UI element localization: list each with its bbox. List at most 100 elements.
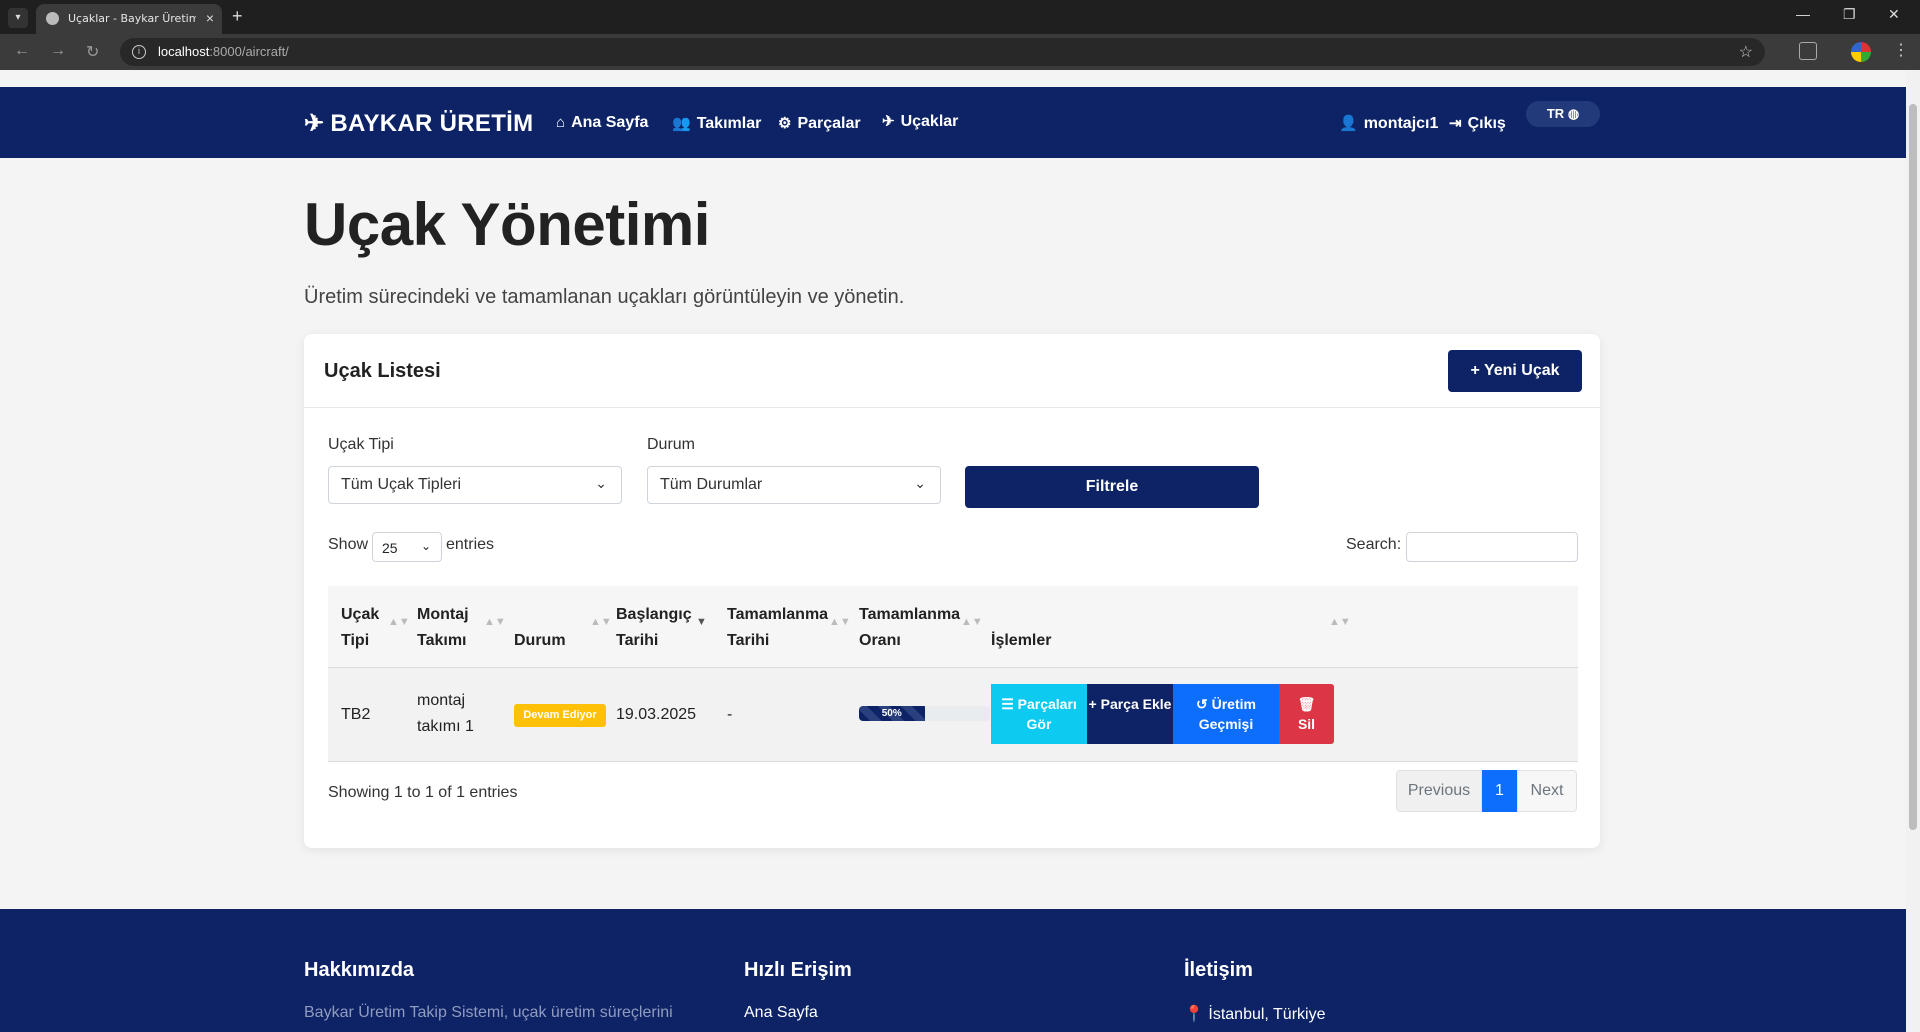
production-history-button[interactable]: ↺ Üretim Geçmişi <box>1173 684 1279 744</box>
footer-contact-title: İletişim <box>1184 959 1253 981</box>
footer-about-text: Baykar Üretim Takip Sistemi, uçak üretim… <box>304 1004 673 1021</box>
nav-user[interactable]: 👤 montajcı1 <box>1339 114 1438 133</box>
tab-title: Uçaklar - Baykar Üretim Takip Sistemi <box>68 12 196 25</box>
pagination-previous[interactable]: Previous <box>1396 770 1482 812</box>
pagination-page-1[interactable]: 1 <box>1482 770 1517 812</box>
user-icon: 👤 <box>1339 115 1358 132</box>
tab-close-icon[interactable]: × <box>206 10 214 26</box>
progress-bar: 50% <box>859 706 990 721</box>
site-navbar: ✈ BAYKAR ÜRETİM ⌂ Ana Sayfa 👥 Takımlar ⚙ Par… <box>0 87 1906 158</box>
sort-icon[interactable]: ▲▼ <box>590 616 612 628</box>
bookmark-star-icon[interactable]: ☆ <box>1739 42 1753 62</box>
browser-menu-icon[interactable]: ⋮ <box>1893 40 1909 60</box>
trash-icon: 🗑 <box>1297 696 1316 712</box>
type-filter-select[interactable]: Tüm Uçak Tipleri ⌄ <box>328 466 622 504</box>
table-row: TB2 montaj takımı 1 Devam Ediyor 19.03.2… <box>328 668 1578 762</box>
sort-icon[interactable]: ▲▼ <box>1329 616 1351 628</box>
show-label: Show <box>328 536 369 553</box>
plus-icon: + <box>1470 362 1480 379</box>
nav-link-aircraft[interactable]: ✈ Uçaklar <box>882 112 958 131</box>
nav-logout[interactable]: ⇥ Çıkış <box>1449 114 1506 133</box>
plus-icon: + <box>1088 696 1097 712</box>
tab-search-icon[interactable]: ▾ <box>8 8 28 28</box>
forward-icon[interactable]: → <box>50 42 66 60</box>
sort-icon[interactable]: ▲▼ <box>829 616 851 628</box>
reload-icon[interactable]: ↻ <box>86 42 99 62</box>
cell-team: montaj takımı 1 <box>417 692 474 735</box>
progress-fill: 50% <box>859 706 925 721</box>
filter-button[interactable]: Filtrele <box>965 466 1259 508</box>
browser-toolbar: ← → ↻ i localhost:8000/aircraft/ ☆ <box>0 34 1920 70</box>
chevron-down-icon: ⌄ <box>914 475 926 491</box>
globe-icon <box>46 12 59 25</box>
extensions-icon[interactable] <box>1799 42 1817 60</box>
status-filter-label: Durum <box>647 436 696 453</box>
footer-location: 📍 İstanbul, Türkiye <box>1184 1006 1326 1023</box>
nav-link-teams[interactable]: 👥 Takımlar <box>672 114 761 133</box>
page-title: Uçak Yönetimi <box>304 191 710 258</box>
entries-length-select[interactable]: 25 ⌄ <box>372 532 442 562</box>
status-filter-select[interactable]: Tüm Durumlar ⌄ <box>647 466 941 504</box>
card-header: Uçak Listesi + Yeni Uçak <box>304 334 1600 408</box>
sort-icon[interactable]: ▲▼ <box>961 616 983 628</box>
restore-icon[interactable]: ❐ <box>1843 6 1856 23</box>
url-text: localhost:8000/aircraft/ <box>158 44 289 59</box>
map-marker-icon: 📍 <box>1184 1006 1204 1023</box>
users-icon: 👥 <box>672 115 691 132</box>
list-icon: ☰ <box>1001 696 1014 712</box>
col-team[interactable]: Montaj Takımı <box>417 602 477 654</box>
entries-label: entries <box>446 536 495 553</box>
address-bar[interactable]: i localhost:8000/aircraft/ ☆ <box>120 38 1765 66</box>
cogs-icon: ⚙ <box>778 115 792 132</box>
close-window-icon[interactable]: ✕ <box>1888 6 1900 23</box>
footer: Hakkımızda Baykar Üretim Takip Sistemi, … <box>0 909 1906 1032</box>
browser-tab[interactable]: Uçaklar - Baykar Üretim Takip Sistemi × <box>36 4 222 34</box>
brand-logo[interactable]: ✈ BAYKAR ÜRETİM <box>304 109 533 138</box>
footer-about-title: Hakkımızda <box>304 959 415 981</box>
new-aircraft-button[interactable]: + Yeni Uçak <box>1448 350 1582 392</box>
col-type[interactable]: Uçak Tipi <box>341 602 381 654</box>
footer-quick-title: Hızlı Erişim <box>744 959 852 981</box>
footer-link-home[interactable]: Ana Sayfa <box>744 1004 818 1022</box>
page-subtitle: Üretim sürecindeki ve tamamlanan uçaklar… <box>304 286 905 308</box>
type-filter-label: Uçak Tipi <box>328 436 394 453</box>
cell-end-date: - <box>727 706 733 723</box>
cell-start-date: 19.03.2025 <box>616 706 697 723</box>
sort-icon[interactable]: ▲▼ <box>388 616 410 628</box>
minimize-icon[interactable]: — <box>1796 6 1810 22</box>
pagination-next[interactable]: Next <box>1517 770 1577 812</box>
nav-link-home[interactable]: ⌂ Ana Sayfa <box>556 114 648 132</box>
nav-link-parts[interactable]: ⚙ Parçalar <box>778 114 861 133</box>
card-title: Uçak Listesi <box>324 360 441 382</box>
globe-icon: ◍ <box>1567 106 1580 121</box>
aircraft-list-card: Uçak Listesi + Yeni Uçak Uçak Tipi Tüm U… <box>304 334 1600 848</box>
table-info: Showing 1 to 1 of 1 entries <box>328 784 518 801</box>
chevron-down-icon: ⌄ <box>595 475 607 491</box>
back-icon[interactable]: ← <box>14 42 30 60</box>
browser-tabstrip: ▾ Uçaklar - Baykar Üretim Takip Sistemi … <box>0 0 1920 34</box>
profile-avatar[interactable] <box>1851 42 1871 62</box>
history-icon: ↺ <box>1196 696 1208 712</box>
language-switcher[interactable]: TR ◍ <box>1526 101 1600 127</box>
col-end-date[interactable]: Tamamlanma Tarihi <box>727 602 828 654</box>
delete-button[interactable]: 🗑 Sil <box>1279 684 1334 744</box>
col-start-date[interactable]: Başlangıç Tarihi <box>616 602 692 654</box>
search-label: Search: <box>1346 536 1402 553</box>
col-progress[interactable]: Tamamlanma Oranı <box>859 602 960 654</box>
sort-icon[interactable]: ▲▼ <box>484 616 506 628</box>
status-badge: Devam Ediyor <box>514 704 606 727</box>
plane-departure-icon: ✈ <box>304 110 325 137</box>
col-actions[interactable]: İşlemler <box>991 628 1051 654</box>
table-header: Uçak Tipi ▲▼ Montaj Takımı ▲▼ Durum ▲▼ B… <box>328 586 1578 668</box>
search-input[interactable] <box>1406 532 1578 562</box>
chevron-down-icon: ⌄ <box>420 539 431 553</box>
cell-type: TB2 <box>341 706 371 723</box>
sort-desc-icon[interactable]: ▼ <box>696 616 707 628</box>
site-info-icon[interactable]: i <box>132 45 146 59</box>
view-parts-button[interactable]: ☰ Parçaları Gör <box>991 684 1087 744</box>
home-icon: ⌂ <box>556 114 566 131</box>
scrollbar-thumb[interactable] <box>1909 104 1917 830</box>
col-status[interactable]: Durum <box>514 628 566 654</box>
add-part-button[interactable]: + Parça Ekle <box>1087 684 1173 744</box>
new-tab-icon[interactable]: + <box>232 6 243 27</box>
